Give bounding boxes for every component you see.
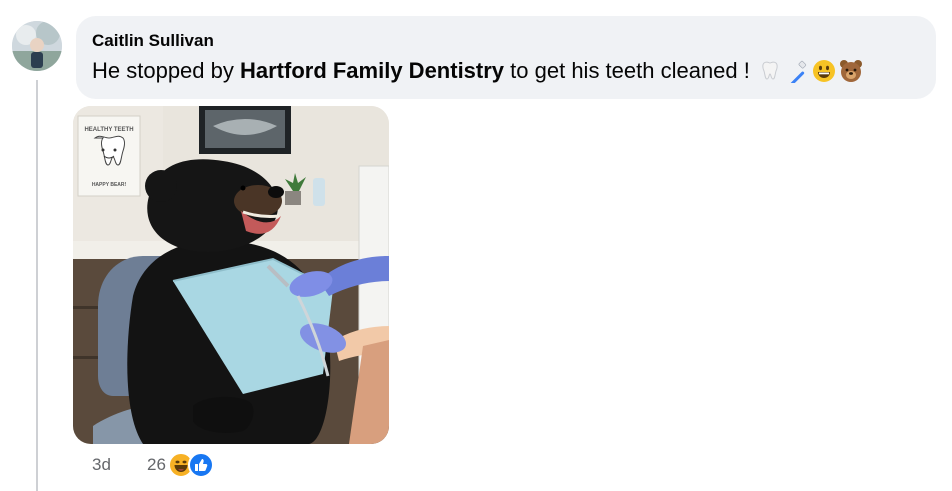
poster-caption: HAPPY BEAR! (92, 182, 127, 188)
bear-face-icon (839, 59, 863, 83)
thread-line (36, 80, 38, 491)
comment-text: He stopped by Hartford Family Dentistry … (92, 56, 920, 86)
reaction-count[interactable]: 26 (147, 455, 166, 475)
comment-text-start: He stopped by (92, 58, 240, 83)
poster: HEALTHY TEETH HAPPY BEAR! (77, 115, 141, 197)
smiley-icon (812, 59, 836, 83)
tagged-page-link[interactable]: Hartford Family Dentistry (240, 56, 504, 86)
comment-text-end: to get his teeth cleaned ! (504, 58, 750, 83)
comment-footer: 3d 26 (92, 452, 214, 478)
comment-bubble: Caitlin Sullivan He stopped by Hartford … (76, 16, 936, 99)
avatar[interactable] (12, 21, 62, 71)
tooth-icon (758, 59, 782, 83)
poster-title: HEALTHY TEETH (84, 127, 133, 133)
like-reaction-icon[interactable] (187, 452, 214, 478)
toothbrush-icon (785, 59, 809, 83)
comment-photo[interactable]: HEALTHY TEETH HAPPY BEAR! (73, 106, 389, 444)
comment-timestamp[interactable]: 3d (92, 455, 147, 475)
comment-author[interactable]: Caitlin Sullivan (92, 30, 920, 52)
